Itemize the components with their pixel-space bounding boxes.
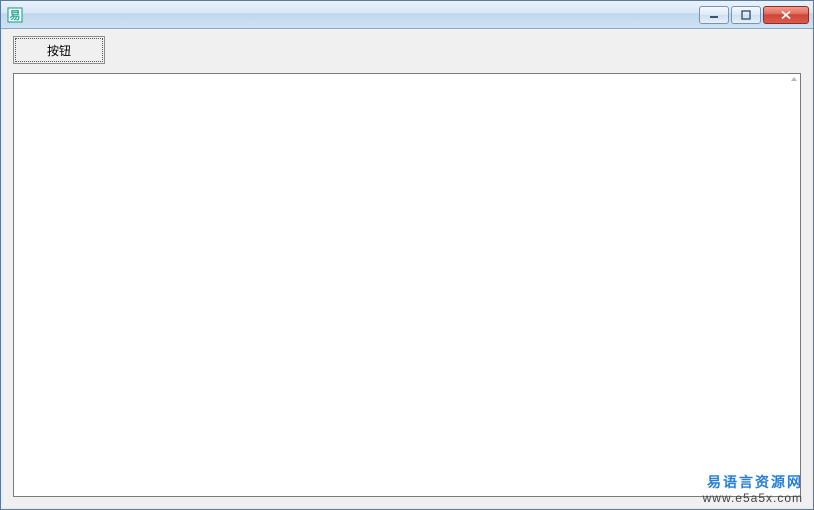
minimize-button[interactable] [699,6,729,24]
close-button[interactable] [763,6,809,24]
scroll-up-icon[interactable] [789,75,799,89]
svg-text:易: 易 [10,9,21,22]
titlebar[interactable]: 易 [1,1,813,29]
app-icon: 易 [7,7,23,23]
maximize-button[interactable] [731,6,761,24]
window-controls [699,6,809,24]
client-area: 按钮 易语言资源网 www.e5a5x.com [1,29,813,509]
text-editor[interactable] [13,73,801,497]
action-button[interactable]: 按钮 [13,36,105,64]
application-window: 易 按钮 [0,0,814,510]
action-button-label: 按钮 [47,42,71,59]
